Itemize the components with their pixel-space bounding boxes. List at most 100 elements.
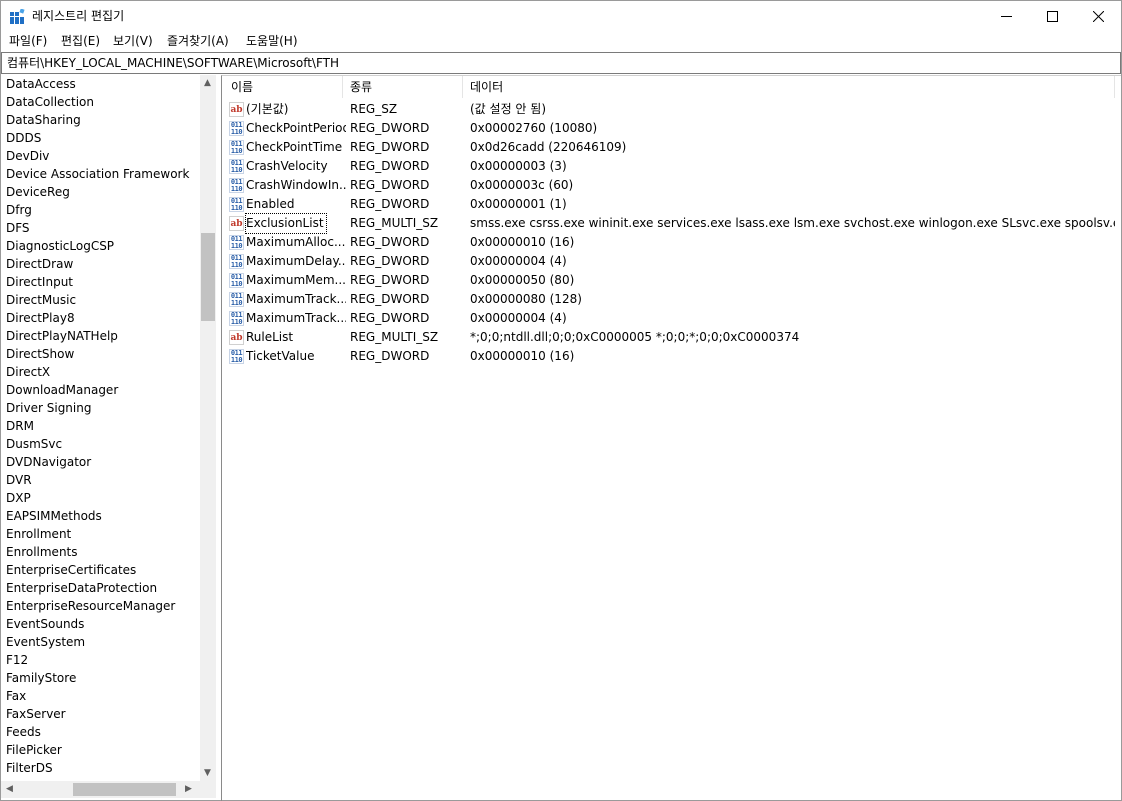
value-type: REG_MULTI_SZ [350, 216, 439, 230]
value-row[interactable]: ab RuleList REG_MULTI_SZ *;0;0;ntdll.dll;0;… [222, 328, 1121, 347]
tree-item[interactable]: DirectPlay8 [6, 309, 75, 327]
value-row[interactable]: 011 110 CheckPointPeriod REG_DWORD 0x0000276… [222, 119, 1121, 138]
tree-item[interactable]: DVDNavigator [6, 453, 91, 471]
value-type: REG_DWORD [350, 311, 430, 325]
menu-file[interactable]: 파일(F) [9, 33, 47, 49]
tree-item[interactable]: DirectPlayNATHelp [6, 327, 118, 345]
scroll-up-icon[interactable]: ▲ [204, 78, 211, 88]
value-type: REG_DWORD [350, 197, 430, 211]
tree-item[interactable]: DataCollection [6, 93, 94, 111]
tree-item[interactable]: EnterpriseDataProtection [6, 579, 157, 597]
tree-item[interactable]: Driver Signing [6, 399, 91, 417]
tree-item[interactable]: DeviceReg [6, 183, 70, 201]
tree-item[interactable]: DXP [6, 489, 31, 507]
binary-value-icon: 011 110 [229, 178, 244, 193]
value-name: CheckPointPeriod [246, 121, 346, 135]
value-data: smss.exe csrss.exe wininit.exe services.… [470, 216, 1115, 230]
value-name: MaximumTrack... [246, 311, 346, 325]
registry-editor-icon [10, 9, 25, 24]
value-data: 0x00000004 (4) [470, 311, 567, 325]
binary-value-icon: 011 110 [229, 273, 244, 288]
tree-item[interactable]: Device Association Framework [6, 165, 189, 183]
value-type: REG_DWORD [350, 178, 430, 192]
tree-item[interactable]: EventSounds [6, 615, 84, 633]
tree-item[interactable]: FilterDS [6, 759, 53, 777]
tree-item[interactable]: DevDiv [6, 147, 49, 165]
value-data: 0x00000080 (128) [470, 292, 582, 306]
menu-view[interactable]: 보기(V) [113, 33, 153, 49]
value-name: MaximumMem... [246, 273, 346, 287]
tree-item[interactable]: DRM [6, 417, 34, 435]
minimize-button[interactable] [983, 1, 1029, 31]
tree-item[interactable]: EnterpriseCertificates [6, 561, 136, 579]
tree-item[interactable]: DownloadManager [6, 381, 118, 399]
tree-item[interactable]: FaxServer [6, 705, 66, 723]
tree-item[interactable]: F12 [6, 651, 28, 669]
value-row[interactable]: 011 110 MaximumAlloc... REG_DWORD 0x00000010… [222, 233, 1121, 252]
tree-item[interactable]: Feeds [6, 723, 41, 741]
value-row[interactable]: 011 110 MaximumTrack... REG_DWORD 0x00000080… [222, 290, 1121, 309]
scroll-down-icon[interactable]: ▼ [204, 768, 211, 778]
column-header-type[interactable]: 종류 [343, 76, 463, 98]
binary-value-icon: 011 110 [229, 254, 244, 269]
tree-item[interactable]: DiagnosticLogCSP [6, 237, 114, 255]
tree-item[interactable]: Dfrg [6, 201, 32, 219]
tree-item[interactable]: DirectMusic [6, 291, 76, 309]
tree-item[interactable]: DusmSvc [6, 435, 62, 453]
value-name: CrashVelocity [246, 159, 328, 173]
close-button[interactable] [1075, 1, 1121, 31]
tree-item[interactable]: DataSharing [6, 111, 81, 129]
scroll-left-icon[interactable]: ◀ [6, 784, 13, 794]
scroll-right-icon[interactable]: ▶ [185, 784, 192, 794]
menu-favorites[interactable]: 즐겨찾기(A) [167, 33, 229, 49]
tree-item[interactable]: Enrollment [6, 525, 71, 543]
value-row[interactable]: 011 110 CrashVelocity REG_DWORD 0x00000003 (… [222, 157, 1121, 176]
value-name: MaximumAlloc... [246, 235, 346, 249]
tree-item[interactable]: DFS [6, 219, 30, 237]
column-header-data[interactable]: 데이터 [463, 76, 1115, 98]
tree-item[interactable]: EnterpriseResourceManager [6, 597, 175, 615]
binary-value-icon: 011 110 [229, 311, 244, 326]
value-row[interactable]: 011 110 MaximumDelay... REG_DWORD 0x00000004… [222, 252, 1121, 271]
tree-horizontal-scrollbar[interactable]: ◀ ▶ [1, 781, 200, 798]
value-name: TicketValue [246, 349, 315, 363]
address-path[interactable]: 컴퓨터\HKEY_LOCAL_MACHINE\SOFTWARE\Microsof… [7, 55, 339, 71]
address-bar[interactable]: 컴퓨터\HKEY_LOCAL_MACHINE\SOFTWARE\Microsof… [1, 52, 1121, 74]
tree-horizontal-scroll-thumb[interactable] [73, 783, 176, 796]
value-row[interactable]: 011 110 CrashWindowIn... REG_DWORD 0x0000003… [222, 176, 1121, 195]
tree-item[interactable]: DVR [6, 471, 32, 489]
key-tree[interactable]: DataAccess DataCollection DataSharing DDDS D… [1, 75, 217, 800]
value-name: Enabled [246, 197, 295, 211]
tree-item[interactable]: FilePicker [6, 741, 62, 759]
value-name: (기본값) [246, 102, 289, 116]
menu-edit[interactable]: 편집(E) [61, 33, 100, 49]
value-data: 0x00000050 (80) [470, 273, 575, 287]
tree-item[interactable]: DirectInput [6, 273, 73, 291]
value-row[interactable]: 011 110 MaximumMem... REG_DWORD 0x00000050 (… [222, 271, 1121, 290]
value-row[interactable]: 011 110 CheckPointTime REG_DWORD 0x0d26cadd … [222, 138, 1121, 157]
value-row[interactable]: 011 110 Enabled REG_DWORD 0x00000001 (1) [222, 195, 1121, 214]
maximize-button[interactable] [1029, 1, 1075, 31]
string-value-icon: ab [229, 216, 244, 231]
value-row[interactable]: ab (기본값) REG_SZ (값 설정 안 됨) [222, 100, 1121, 119]
menu-help[interactable]: 도움말(H) [246, 33, 298, 49]
tree-item[interactable]: FamilyStore [6, 669, 76, 687]
value-row[interactable]: 011 110 MaximumTrack... REG_DWORD 0x00000004… [222, 309, 1121, 328]
column-header-name[interactable]: 이름 [222, 76, 343, 98]
tree-item[interactable]: EventSystem [6, 633, 85, 651]
value-row[interactable]: 011 110 TicketValue REG_DWORD 0x00000010 (16… [222, 347, 1121, 366]
tree-item[interactable]: DirectShow [6, 345, 74, 363]
tree-item[interactable]: DataAccess [6, 75, 76, 93]
tree-item[interactable]: Enrollments [6, 543, 78, 561]
tree-item[interactable]: DirectX [6, 363, 50, 381]
tree-item[interactable]: Fax [6, 687, 26, 705]
values-list[interactable]: 이름 종류 데이터 ab (기본값) REG_SZ (값 설정 안 됨) 011 110 C… [221, 75, 1121, 801]
tree-item[interactable]: DDDS [6, 129, 41, 147]
value-type: REG_DWORD [350, 140, 430, 154]
tree-item[interactable]: EAPSIMMethods [6, 507, 102, 525]
tree-item[interactable]: DirectDraw [6, 255, 73, 273]
tree-vertical-scroll-thumb[interactable] [201, 233, 215, 321]
tree-vertical-scrollbar[interactable]: ▲ ▼ [200, 75, 216, 781]
title-bar[interactable]: 레지스트리 편집기 [1, 1, 1121, 31]
value-row[interactable]: ab ExclusionList REG_MULTI_SZ smss.exe csrs… [222, 213, 1121, 234]
